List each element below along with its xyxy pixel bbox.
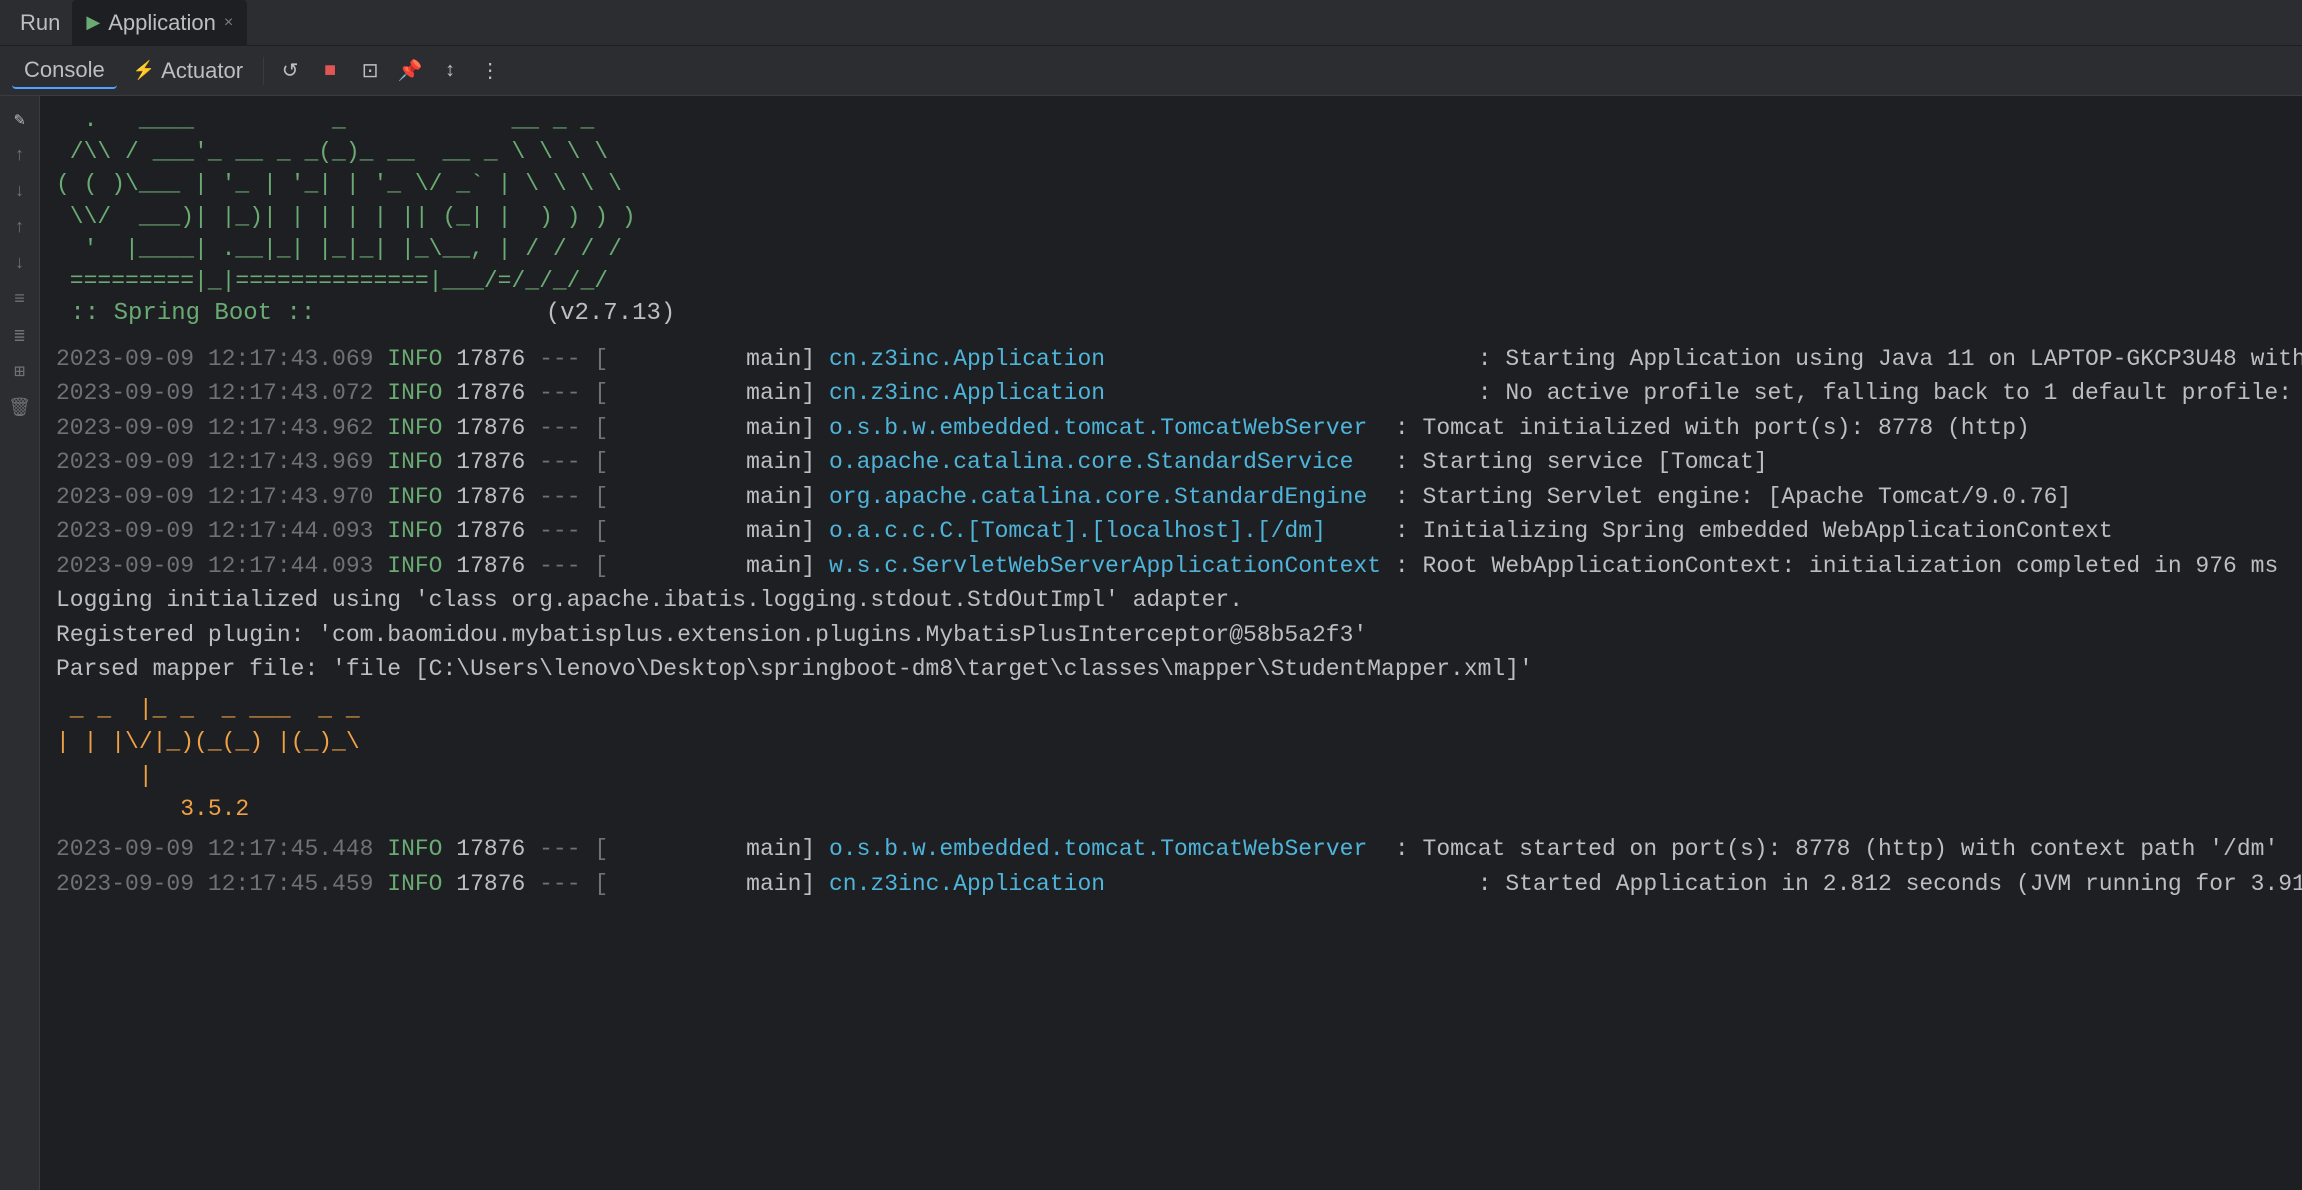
log-line-1: 2023-09-09 12:17:43.069 INFO 17876 --- [… (56, 342, 2286, 377)
log-line-4: 2023-09-09 12:17:43.969 INFO 17876 --- [… (56, 445, 2286, 480)
spring-version: (v2.7.13) (546, 300, 676, 327)
toolbar: Console ⚡ Actuator ↺ ■ ⊡ 📌 ↕ ⋮ (0, 46, 2302, 96)
log-line-6: 2023-09-09 12:17:44.093 INFO 17876 --- [… (56, 514, 2286, 549)
up-button-1[interactable]: ↑ (4, 140, 36, 172)
scroll-button[interactable]: ↕ (432, 53, 468, 89)
actuator-tab-label: Actuator (161, 58, 243, 84)
console-tab-label: Console (24, 57, 105, 83)
main-area: ✎ ↑ ↓ ↑ ↓ ≡ ≣ ⊞ 🗑 . ____ _ __ _ _ /\\ / … (0, 96, 2302, 1190)
actuator-icon: ⚡ (133, 60, 155, 81)
edit-button[interactable]: ✎ (4, 104, 36, 136)
plain-line-2: Registered plugin: 'com.baomidou.mybatis… (56, 618, 2286, 653)
log-line-3: 2023-09-09 12:17:43.962 INFO 17876 --- [… (56, 411, 2286, 446)
toolbar-separator (263, 57, 264, 85)
up-button-2[interactable]: ↑ (4, 212, 36, 244)
pin-button[interactable]: 📌 (392, 53, 428, 89)
log-line-7: 2023-09-09 12:17:44.093 INFO 17876 --- [… (56, 549, 2286, 584)
tab-label: Application (108, 10, 216, 36)
spring-boot-line: :: Spring Boot :: (v2.7.13) (56, 297, 2286, 332)
sort-button-1[interactable]: ≡ (4, 284, 36, 316)
down-button-1[interactable]: ↓ (4, 176, 36, 208)
spring-ascii-art: . ____ _ __ _ _ /\\ / ___'_ __ _ _(_)_ _… (56, 104, 2286, 297)
more-button[interactable]: ⋮ (472, 53, 508, 89)
console-tab[interactable]: Console (12, 53, 117, 89)
log-line-2: 2023-09-09 12:17:43.072 INFO 17876 --- [… (56, 376, 2286, 411)
tab-run-icon: ▶ (86, 12, 100, 33)
stop-button[interactable]: ■ (312, 53, 348, 89)
application-tab[interactable]: ▶ Application × (72, 0, 247, 46)
down-button-2[interactable]: ↓ (4, 248, 36, 280)
log-line-9: 2023-09-09 12:17:45.459 INFO 17876 --- [… (56, 867, 2286, 902)
sidebar: ✎ ↑ ↓ ↑ ↓ ≡ ≣ ⊞ 🗑 (0, 96, 40, 1190)
console-output[interactable]: . ____ _ __ _ _ /\\ / ___'_ __ _ _(_)_ _… (40, 96, 2302, 1190)
tab-close-icon[interactable]: × (224, 14, 233, 32)
log-line-8: 2023-09-09 12:17:45.448 INFO 17876 --- [… (56, 832, 2286, 867)
plain-line-3: Parsed mapper file: 'file [C:\Users\leno… (56, 652, 2286, 687)
filter-button[interactable]: ⊞ (4, 356, 36, 388)
delete-button[interactable]: 🗑 (4, 392, 36, 424)
plain-line-1: Logging initialized using 'class org.apa… (56, 583, 2286, 618)
restore-button[interactable]: ⊡ (352, 53, 388, 89)
actuator-tab[interactable]: ⚡ Actuator (121, 53, 255, 89)
sort-button-2[interactable]: ≣ (4, 320, 36, 352)
log-line-5: 2023-09-09 12:17:43.970 INFO 17876 --- [… (56, 480, 2286, 515)
run-label: Run (8, 0, 72, 46)
mybatis-ascii-art: _ _ |_ _ _ ___ _ _ | | |\/|_)(_(_) |(_)_… (56, 693, 2286, 826)
tab-bar: Run ▶ Application × (0, 0, 2302, 46)
rerun-button[interactable]: ↺ (272, 53, 308, 89)
